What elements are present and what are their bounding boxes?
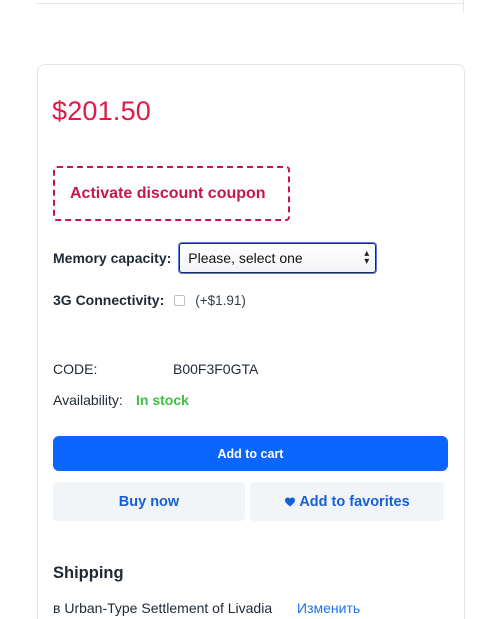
add-to-favorites-label: Add to favorites <box>299 493 410 510</box>
top-divider-tick <box>463 0 464 12</box>
add-to-favorites-button[interactable]: Add to favorites <box>250 482 444 521</box>
heart-icon <box>285 497 296 507</box>
buy-now-label: Buy now <box>118 493 180 510</box>
product-price: $201.50 <box>52 96 151 126</box>
code-label: CODE: <box>53 361 98 377</box>
buy-now-button[interactable]: Buy now <box>53 482 245 521</box>
connectivity-row: 3G Connectivity: (+$1.91) <box>53 292 246 308</box>
memory-capacity-select-value: Please, select one <box>188 250 303 266</box>
top-divider <box>37 3 464 4</box>
change-location-link[interactable]: Изменить <box>297 600 360 616</box>
availability-status: In stock <box>136 392 189 408</box>
add-to-cart-label: Add to cart <box>217 446 284 461</box>
memory-capacity-label: Memory capacity: <box>53 250 172 266</box>
shipping-location: в Urban-Type Settlement of Livadia <box>53 600 273 616</box>
connectivity-addon-price: (+$1.91) <box>195 292 246 308</box>
shipping-heading: Shipping <box>53 564 124 582</box>
chevron-up-down-icon: ▴ ▾ <box>364 248 370 267</box>
code-value: B00F3F0GTA <box>173 361 259 377</box>
product-purchase-card <box>37 64 465 619</box>
memory-capacity-select[interactable]: Please, select one ▴ ▾ <box>179 243 377 273</box>
memory-capacity-row: Memory capacity: Please, select one ▴ ▾ <box>53 243 377 273</box>
connectivity-label: 3G Connectivity: <box>53 292 165 308</box>
add-to-cart-button[interactable]: Add to cart <box>53 436 448 471</box>
activate-coupon-button[interactable]: Activate discount coupon <box>53 166 290 221</box>
connectivity-checkbox[interactable] <box>174 294 186 306</box>
availability-label: Availability: <box>53 392 123 408</box>
coupon-label: Activate discount coupon <box>70 184 266 202</box>
